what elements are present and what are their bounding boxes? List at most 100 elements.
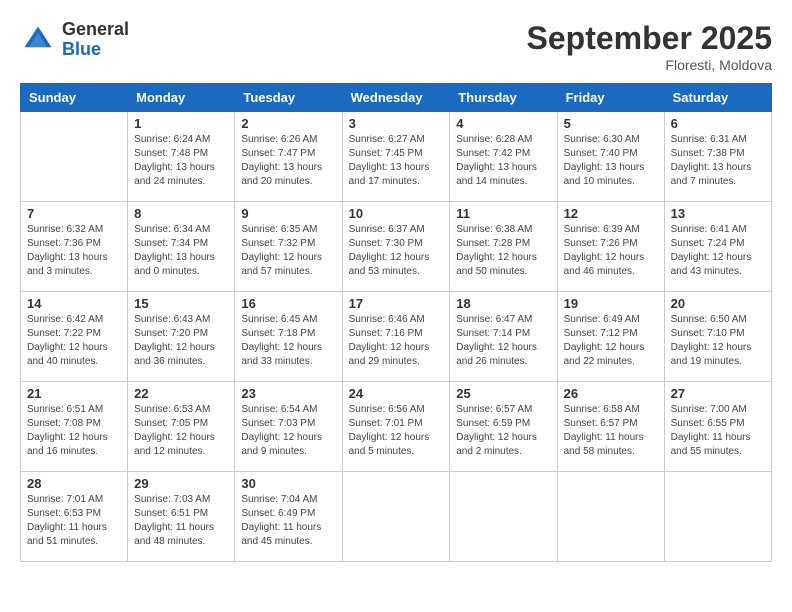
calendar-cell: 6Sunrise: 6:31 AM Sunset: 7:38 PM Daylig… bbox=[664, 112, 771, 202]
day-number: 7 bbox=[27, 206, 121, 221]
calendar-cell: 12Sunrise: 6:39 AM Sunset: 7:26 PM Dayli… bbox=[557, 202, 664, 292]
calendar-cell: 17 Sunrise: 6:46 AM Sunset: 7:16 PM Dayli… bbox=[342, 292, 450, 382]
day-info: Sunrise: 6:30 AM Sunset: 7:40 PM Dayligh… bbox=[564, 133, 658, 189]
day-number: 10 bbox=[349, 206, 444, 221]
day-info: Sunrise: 6:54 AM Sunset: 7:03 PM Dayligh… bbox=[241, 403, 335, 459]
day-number: 23 bbox=[241, 386, 335, 401]
day-info: Sunrise: 6:35 AM Sunset: 7:32 PM Dayligh… bbox=[241, 223, 335, 279]
day-number: 11 bbox=[456, 206, 550, 221]
calendar-cell: 26 Sunrise: 6:58 AM Sunset: 6:57 PM Dayli… bbox=[557, 382, 664, 472]
calendar-cell: 29 Sunrise: 7:03 AM Sunset: 6:51 PM Dayli… bbox=[128, 472, 235, 562]
calendar-cell: 23 Sunrise: 6:54 AM Sunset: 7:03 PM Dayli… bbox=[235, 382, 342, 472]
calendar-cell: 20 Sunrise: 6:50 AM Sunset: 7:10 PM Dayli… bbox=[664, 292, 771, 382]
logo-general: General bbox=[62, 20, 129, 40]
day-of-week-header: Thursday bbox=[450, 84, 557, 112]
day-number: 16 bbox=[241, 296, 335, 311]
calendar-cell: 16 Sunrise: 6:45 AM Sunset: 7:18 PM Dayli… bbox=[235, 292, 342, 382]
calendar-cell: 25 Sunrise: 6:57 AM Sunset: 6:59 PM Dayli… bbox=[450, 382, 557, 472]
day-info: Sunrise: 6:24 AM Sunset: 7:48 PM Dayligh… bbox=[134, 133, 228, 189]
calendar-cell bbox=[664, 472, 771, 562]
calendar-cell: 27Sunrise: 7:00 AM Sunset: 6:55 PM Dayli… bbox=[664, 382, 771, 472]
day-number: 3 bbox=[349, 116, 444, 131]
day-info: Sunrise: 6:47 AM Sunset: 7:14 PM Dayligh… bbox=[456, 313, 550, 369]
location-subtitle: Floresti, Moldova bbox=[527, 57, 772, 73]
day-number: 27 bbox=[671, 386, 765, 401]
day-info: Sunrise: 6:53 AM Sunset: 7:05 PM Dayligh… bbox=[134, 403, 228, 459]
logo-text: General Blue bbox=[62, 20, 129, 60]
day-info: Sunrise: 6:27 AM Sunset: 7:45 PM Dayligh… bbox=[349, 133, 444, 189]
day-info: Sunrise: 6:45 AM Sunset: 7:18 PM Dayligh… bbox=[241, 313, 335, 369]
logo: General Blue bbox=[20, 20, 129, 60]
calendar-cell: 14 Sunrise: 6:42 AM Sunset: 7:22 PM Dayli… bbox=[21, 292, 128, 382]
day-number: 9 bbox=[241, 206, 335, 221]
day-number: 22 bbox=[134, 386, 228, 401]
day-info: Sunrise: 6:42 AM Sunset: 7:22 PM Dayligh… bbox=[27, 313, 121, 369]
day-info: Sunrise: 6:50 AM Sunset: 7:10 PM Dayligh… bbox=[671, 313, 765, 369]
page-header: General Blue September 2025 Floresti, Mo… bbox=[20, 20, 772, 73]
calendar-cell: 2 Sunrise: 6:26 AM Sunset: 7:47 PM Daylig… bbox=[235, 112, 342, 202]
calendar-cell: 1 Sunrise: 6:24 AM Sunset: 7:48 PM Daylig… bbox=[128, 112, 235, 202]
calendar-week-row: 21 Sunrise: 6:51 AM Sunset: 7:08 PM Dayli… bbox=[21, 382, 772, 472]
day-info: Sunrise: 6:28 AM Sunset: 7:42 PM Dayligh… bbox=[456, 133, 550, 189]
calendar-week-row: 14 Sunrise: 6:42 AM Sunset: 7:22 PM Dayli… bbox=[21, 292, 772, 382]
day-number: 29 bbox=[134, 476, 228, 491]
day-number: 25 bbox=[456, 386, 550, 401]
day-info: Sunrise: 6:34 AM Sunset: 7:34 PM Dayligh… bbox=[134, 223, 228, 279]
day-info: Sunrise: 7:04 AM Sunset: 6:49 PM Dayligh… bbox=[241, 493, 335, 549]
day-number: 20 bbox=[671, 296, 765, 311]
logo-blue: Blue bbox=[62, 40, 129, 60]
calendar-cell: 4 Sunrise: 6:28 AM Sunset: 7:42 PM Daylig… bbox=[450, 112, 557, 202]
day-number: 2 bbox=[241, 116, 335, 131]
day-of-week-header: Sunday bbox=[21, 84, 128, 112]
day-number: 12 bbox=[564, 206, 658, 221]
calendar-cell bbox=[450, 472, 557, 562]
calendar-cell: 3 Sunrise: 6:27 AM Sunset: 7:45 PM Daylig… bbox=[342, 112, 450, 202]
day-info: Sunrise: 6:41 AM Sunset: 7:24 PM Dayligh… bbox=[671, 223, 765, 279]
day-number: 19 bbox=[564, 296, 658, 311]
day-number: 14 bbox=[27, 296, 121, 311]
day-number: 4 bbox=[456, 116, 550, 131]
calendar-cell: 19 Sunrise: 6:49 AM Sunset: 7:12 PM Dayli… bbox=[557, 292, 664, 382]
calendar-cell bbox=[21, 112, 128, 202]
calendar-week-row: 1 Sunrise: 6:24 AM Sunset: 7:48 PM Daylig… bbox=[21, 112, 772, 202]
day-number: 17 bbox=[349, 296, 444, 311]
day-number: 18 bbox=[456, 296, 550, 311]
calendar-cell: 21 Sunrise: 6:51 AM Sunset: 7:08 PM Dayli… bbox=[21, 382, 128, 472]
calendar-cell bbox=[342, 472, 450, 562]
day-number: 1 bbox=[134, 116, 228, 131]
day-info: Sunrise: 6:57 AM Sunset: 6:59 PM Dayligh… bbox=[456, 403, 550, 459]
day-info: Sunrise: 6:37 AM Sunset: 7:30 PM Dayligh… bbox=[349, 223, 444, 279]
calendar-cell: 28 Sunrise: 7:01 AM Sunset: 6:53 PM Dayli… bbox=[21, 472, 128, 562]
day-info: Sunrise: 6:43 AM Sunset: 7:20 PM Dayligh… bbox=[134, 313, 228, 369]
day-info: Sunrise: 6:58 AM Sunset: 6:57 PM Dayligh… bbox=[564, 403, 658, 459]
day-number: 24 bbox=[349, 386, 444, 401]
day-number: 30 bbox=[241, 476, 335, 491]
calendar-cell: 7Sunrise: 6:32 AM Sunset: 7:36 PM Daylig… bbox=[21, 202, 128, 292]
day-number: 15 bbox=[134, 296, 228, 311]
title-block: September 2025 Floresti, Moldova bbox=[527, 20, 772, 73]
day-info: Sunrise: 6:49 AM Sunset: 7:12 PM Dayligh… bbox=[564, 313, 658, 369]
day-info: Sunrise: 6:56 AM Sunset: 7:01 PM Dayligh… bbox=[349, 403, 444, 459]
day-number: 21 bbox=[27, 386, 121, 401]
calendar-cell: 15 Sunrise: 6:43 AM Sunset: 7:20 PM Dayli… bbox=[128, 292, 235, 382]
day-of-week-header: Monday bbox=[128, 84, 235, 112]
calendar-cell: 5 Sunrise: 6:30 AM Sunset: 7:40 PM Daylig… bbox=[557, 112, 664, 202]
day-info: Sunrise: 6:46 AM Sunset: 7:16 PM Dayligh… bbox=[349, 313, 444, 369]
day-info: Sunrise: 6:51 AM Sunset: 7:08 PM Dayligh… bbox=[27, 403, 121, 459]
calendar-cell: 11Sunrise: 6:38 AM Sunset: 7:28 PM Dayli… bbox=[450, 202, 557, 292]
day-info: Sunrise: 7:03 AM Sunset: 6:51 PM Dayligh… bbox=[134, 493, 228, 549]
day-number: 26 bbox=[564, 386, 658, 401]
day-number: 6 bbox=[671, 116, 765, 131]
day-info: Sunrise: 7:01 AM Sunset: 6:53 PM Dayligh… bbox=[27, 493, 121, 549]
calendar-cell: 30 Sunrise: 7:04 AM Sunset: 6:49 PM Dayli… bbox=[235, 472, 342, 562]
day-of-week-header: Tuesday bbox=[235, 84, 342, 112]
day-number: 28 bbox=[27, 476, 121, 491]
calendar-cell: 10 Sunrise: 6:37 AM Sunset: 7:30 PM Dayli… bbox=[342, 202, 450, 292]
month-year-title: September 2025 bbox=[527, 20, 772, 57]
calendar-cell: 22 Sunrise: 6:53 AM Sunset: 7:05 PM Dayli… bbox=[128, 382, 235, 472]
day-info: Sunrise: 6:26 AM Sunset: 7:47 PM Dayligh… bbox=[241, 133, 335, 189]
day-number: 13 bbox=[671, 206, 765, 221]
calendar-header-row: SundayMondayTuesdayWednesdayThursdayFrid… bbox=[21, 84, 772, 112]
calendar-cell: 9 Sunrise: 6:35 AM Sunset: 7:32 PM Daylig… bbox=[235, 202, 342, 292]
day-number: 5 bbox=[564, 116, 658, 131]
